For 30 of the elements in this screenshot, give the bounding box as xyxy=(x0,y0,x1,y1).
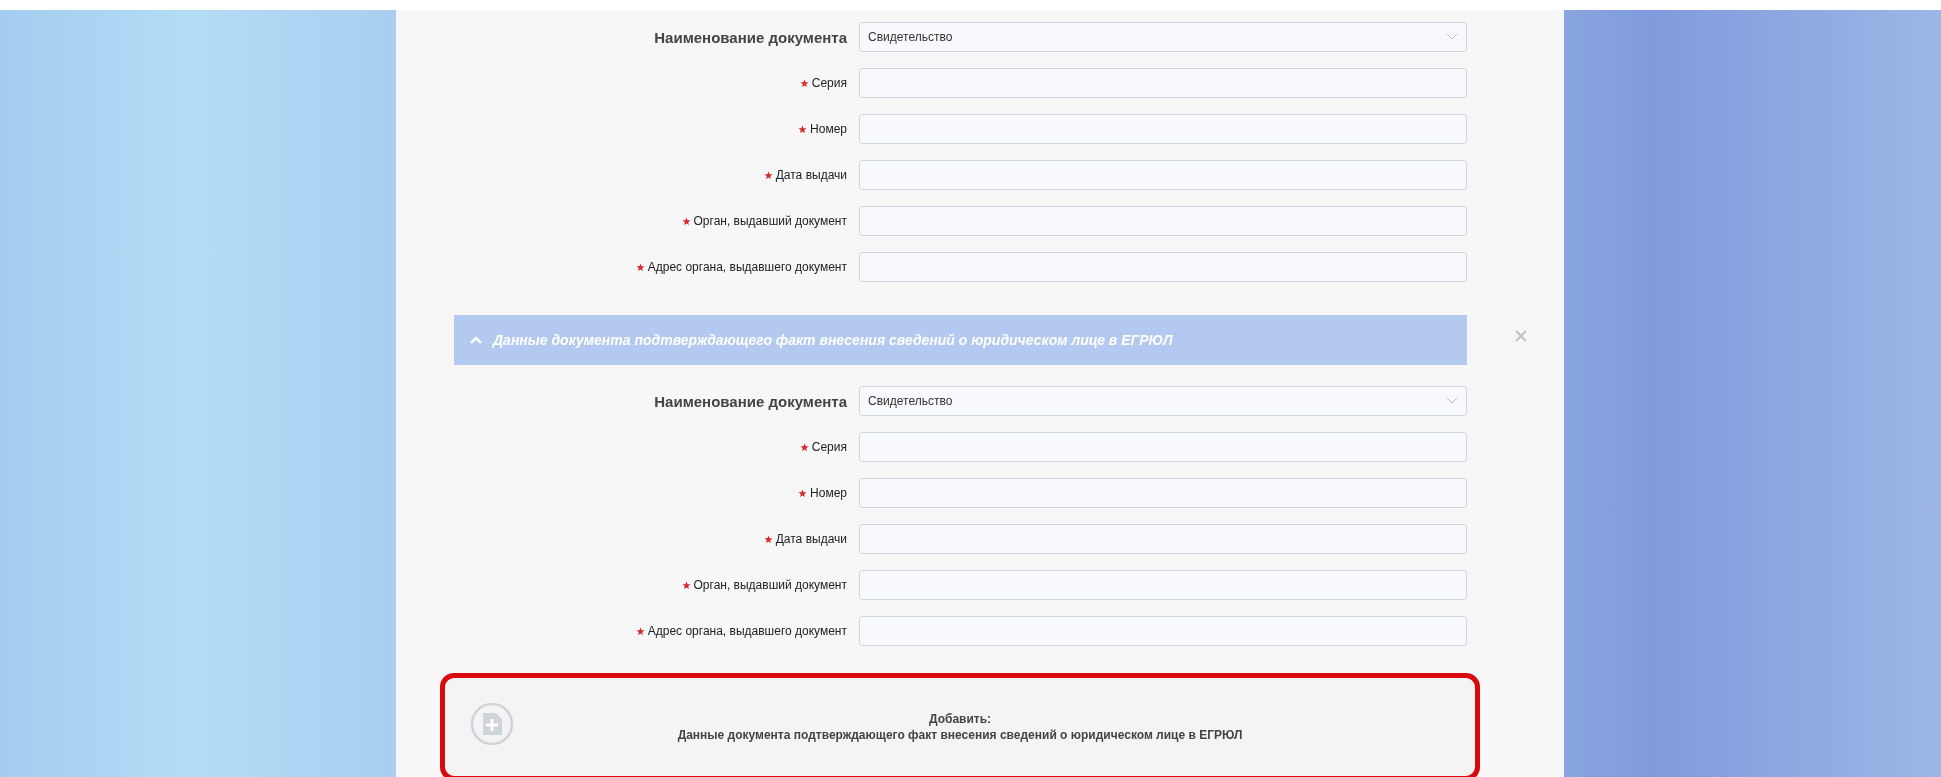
field-label: Номер xyxy=(810,122,847,136)
document-name-dropdown[interactable]: Свидетельство xyxy=(859,22,1467,52)
section-title: Данные документа подтверждающего факт внесения сведений о юридическом лице в ЕГРЮЛ xyxy=(493,332,1173,348)
field-label: Адрес органа, выдавшего документ xyxy=(647,260,847,274)
input-field[interactable] xyxy=(859,616,1467,646)
input-field[interactable] xyxy=(859,432,1467,462)
input-field[interactable] xyxy=(859,570,1467,600)
field-label: Орган, выдавший документ xyxy=(693,578,847,592)
document-name-dropdown[interactable]: Свидетельство xyxy=(859,386,1467,416)
field-label: Наименование документа xyxy=(654,28,847,46)
field-label: Наименование документа xyxy=(654,392,847,410)
input-field[interactable] xyxy=(859,252,1467,282)
input-field[interactable] xyxy=(859,478,1467,508)
input-field[interactable] xyxy=(859,114,1467,144)
input-field[interactable] xyxy=(859,68,1467,98)
input-field[interactable] xyxy=(859,524,1467,554)
input-field[interactable] xyxy=(859,160,1467,190)
add-document-icon xyxy=(470,702,514,746)
field-label: Орган, выдавший документ xyxy=(693,214,847,228)
chevron-down-icon xyxy=(1446,397,1458,405)
input-field[interactable] xyxy=(859,206,1467,236)
add-section-button[interactable]: Добавить: Данные документа подтверждающего факт внесения сведений о юридическом лице в ЕГРЮЛ xyxy=(440,673,1480,777)
field-label: Дата выдачи xyxy=(775,168,847,182)
close-icon[interactable] xyxy=(1515,330,1527,342)
field-label: Серия xyxy=(811,76,847,90)
field-label: Номер xyxy=(810,486,847,500)
chevron-down-icon xyxy=(1446,33,1458,41)
field-label: Адрес органа, выдавшего документ xyxy=(647,624,847,638)
field-label: Дата выдачи xyxy=(775,532,847,546)
field-label: Серия xyxy=(811,440,847,454)
